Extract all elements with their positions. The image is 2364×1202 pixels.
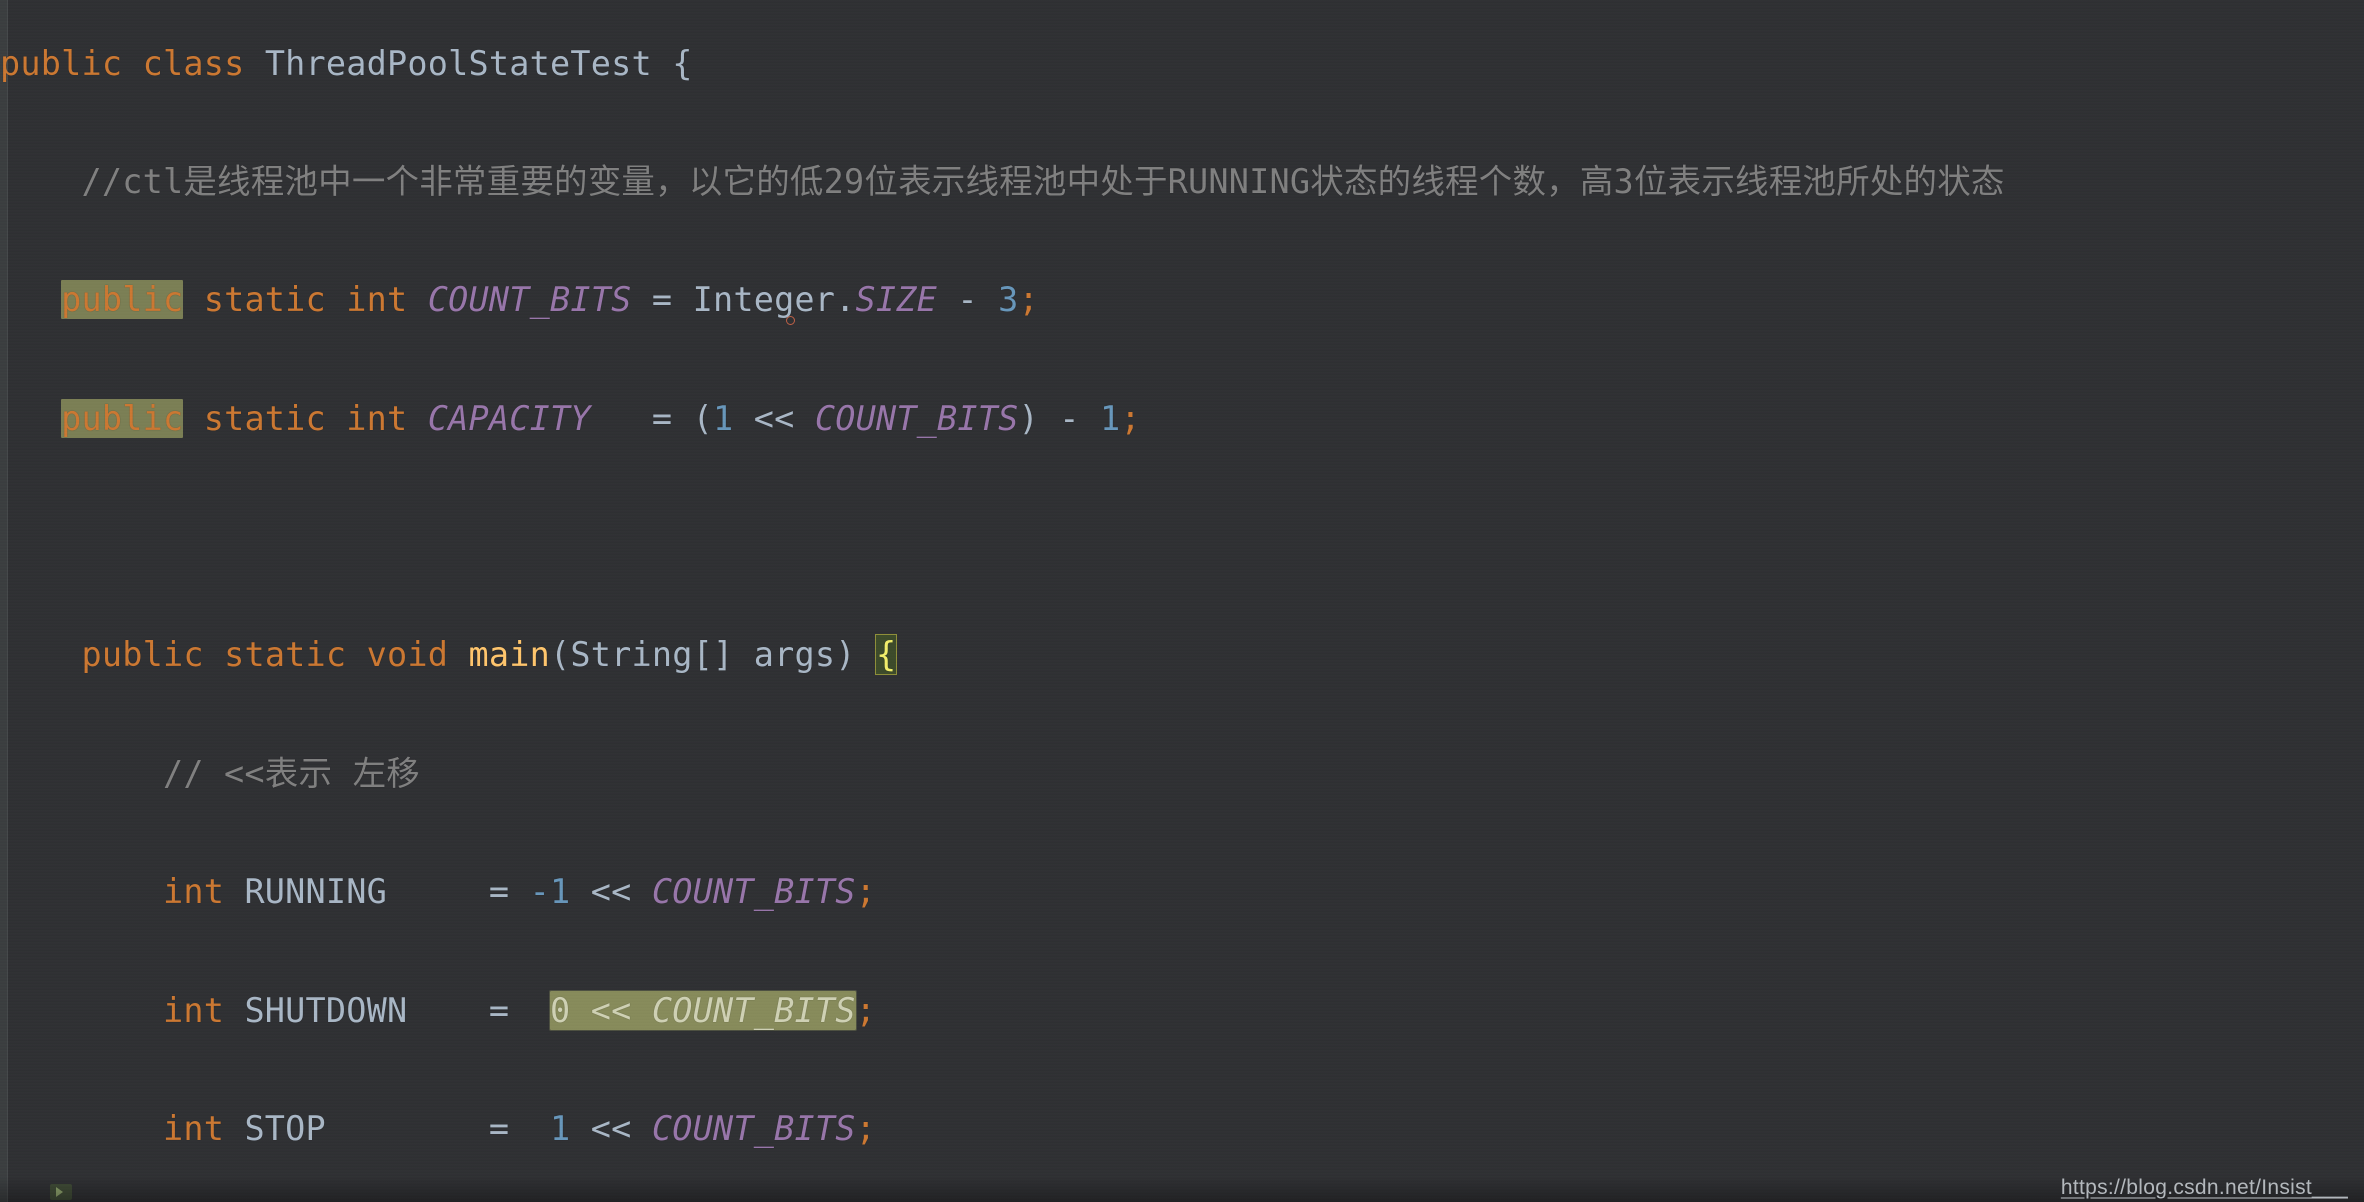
matched-brace: { — [875, 635, 897, 675]
open-paren: ( — [692, 398, 713, 438]
minus-operator: - — [957, 280, 978, 320]
semicolon: ; — [855, 990, 876, 1030]
keyword-int: int — [346, 398, 408, 438]
param-name-args: args — [753, 635, 836, 675]
ref-count-bits: COUNT_BITS — [651, 1109, 856, 1149]
code-line-8[interactable]: int RUNNING = -1 << COUNT_BITS; — [0, 862, 2364, 921]
comment-ctl-description: //ctl是线程池中一个非常重要的变量，以它的低29位表示线程池中处于RUNNI… — [81, 161, 2005, 201]
code-line-7[interactable]: // <<表示 左移 — [0, 744, 2364, 803]
keyword-int: int — [346, 280, 408, 320]
keyword-int: int — [162, 1109, 225, 1149]
semicolon: ; — [1018, 280, 1039, 320]
assign-operator: = — [488, 1109, 510, 1149]
keyword-public: public — [0, 43, 123, 83]
method-main: main — [468, 635, 551, 675]
shift-operator: << — [590, 990, 632, 1030]
code-line-3[interactable]: public static int COUNT_BITS = Integer.S… — [0, 270, 2364, 329]
var-stop: STOP — [244, 1109, 326, 1149]
code-content[interactable]: public class ThreadPoolStateTest { //ctl… — [0, 34, 2364, 1202]
value-1: 1 — [550, 1109, 571, 1149]
open-paren: ( — [550, 635, 571, 675]
keyword-int: int — [162, 990, 225, 1030]
ref-count-bits: COUNT_BITS — [651, 990, 856, 1030]
number-3: 3 — [998, 280, 1019, 320]
csdn-watermark: https://blog.csdn.net/Insist___ — [2060, 1176, 2348, 1199]
code-editor[interactable]: public class ThreadPoolStateTest { //ctl… — [0, 0, 2364, 1202]
keyword-public: public — [81, 635, 204, 675]
shift-operator: << — [590, 1109, 632, 1149]
shift-operator: << — [753, 398, 795, 438]
code-line-4[interactable]: public static int CAPACITY = (1 << COUNT… — [0, 389, 2364, 448]
field-capacity: CAPACITY — [427, 398, 591, 438]
code-line-5-blank — [0, 507, 2364, 566]
var-running: RUNNING — [244, 872, 388, 912]
selection-highlight: 0 << COUNT_BITS — [550, 990, 856, 1030]
shift-operator: << — [590, 872, 632, 912]
keyword-class: class — [142, 43, 245, 83]
close-paren: ) — [835, 635, 856, 675]
integer-class-ref: Integer. — [692, 280, 856, 320]
code-line-1[interactable]: public class ThreadPoolStateTest { — [0, 34, 2364, 93]
minus-operator: - — [1059, 398, 1080, 438]
ref-count-bits: COUNT_BITS — [814, 398, 1019, 438]
comment-shift-left: // <<表示 左移 — [162, 753, 420, 793]
assign-operator: = — [488, 872, 510, 912]
class-name: ThreadPoolStateTest — [264, 43, 652, 83]
ref-count-bits: COUNT_BITS — [651, 872, 856, 912]
highlight-public-1: public — [61, 280, 184, 320]
semicolon: ; — [855, 872, 876, 912]
number-1b: 1 — [1100, 398, 1121, 438]
field-size: SIZE — [855, 280, 938, 320]
semicolon: ; — [855, 1109, 876, 1149]
keyword-void: void — [366, 635, 449, 675]
assign-operator: = — [651, 280, 673, 320]
highlight-public-2: public — [61, 398, 184, 438]
number-1: 1 — [712, 398, 734, 438]
close-paren: ) — [1018, 398, 1039, 438]
code-line-10[interactable]: int STOP = 1 << COUNT_BITS; — [0, 1099, 2364, 1158]
keyword-public: public — [61, 280, 184, 320]
assign-operator: = — [488, 990, 510, 1030]
field-count-bits: COUNT_BITS — [427, 280, 632, 320]
param-type-string-array: String[] — [570, 635, 734, 675]
keyword-int: int — [162, 872, 225, 912]
run-marker-icon[interactable] — [50, 1184, 72, 1200]
open-brace: { — [672, 43, 693, 83]
semicolon: ; — [1120, 398, 1141, 438]
code-line-6[interactable]: public static void main(String[] args) { — [0, 625, 2364, 684]
code-line-2[interactable]: //ctl是线程池中一个非常重要的变量，以它的低29位表示线程池中处于RUNNI… — [0, 152, 2364, 211]
keyword-public: public — [61, 398, 184, 438]
caret-marker-dot — [786, 316, 795, 325]
keyword-static: static — [203, 280, 326, 320]
value-0: 0 — [550, 990, 571, 1030]
keyword-static: static — [224, 635, 347, 675]
code-line-9[interactable]: int SHUTDOWN = 0 << COUNT_BITS; — [0, 981, 2364, 1040]
var-shutdown: SHUTDOWN — [244, 990, 408, 1030]
keyword-static: static — [203, 398, 326, 438]
value-minus-1: -1 — [529, 872, 571, 912]
assign-operator: = — [651, 398, 673, 438]
